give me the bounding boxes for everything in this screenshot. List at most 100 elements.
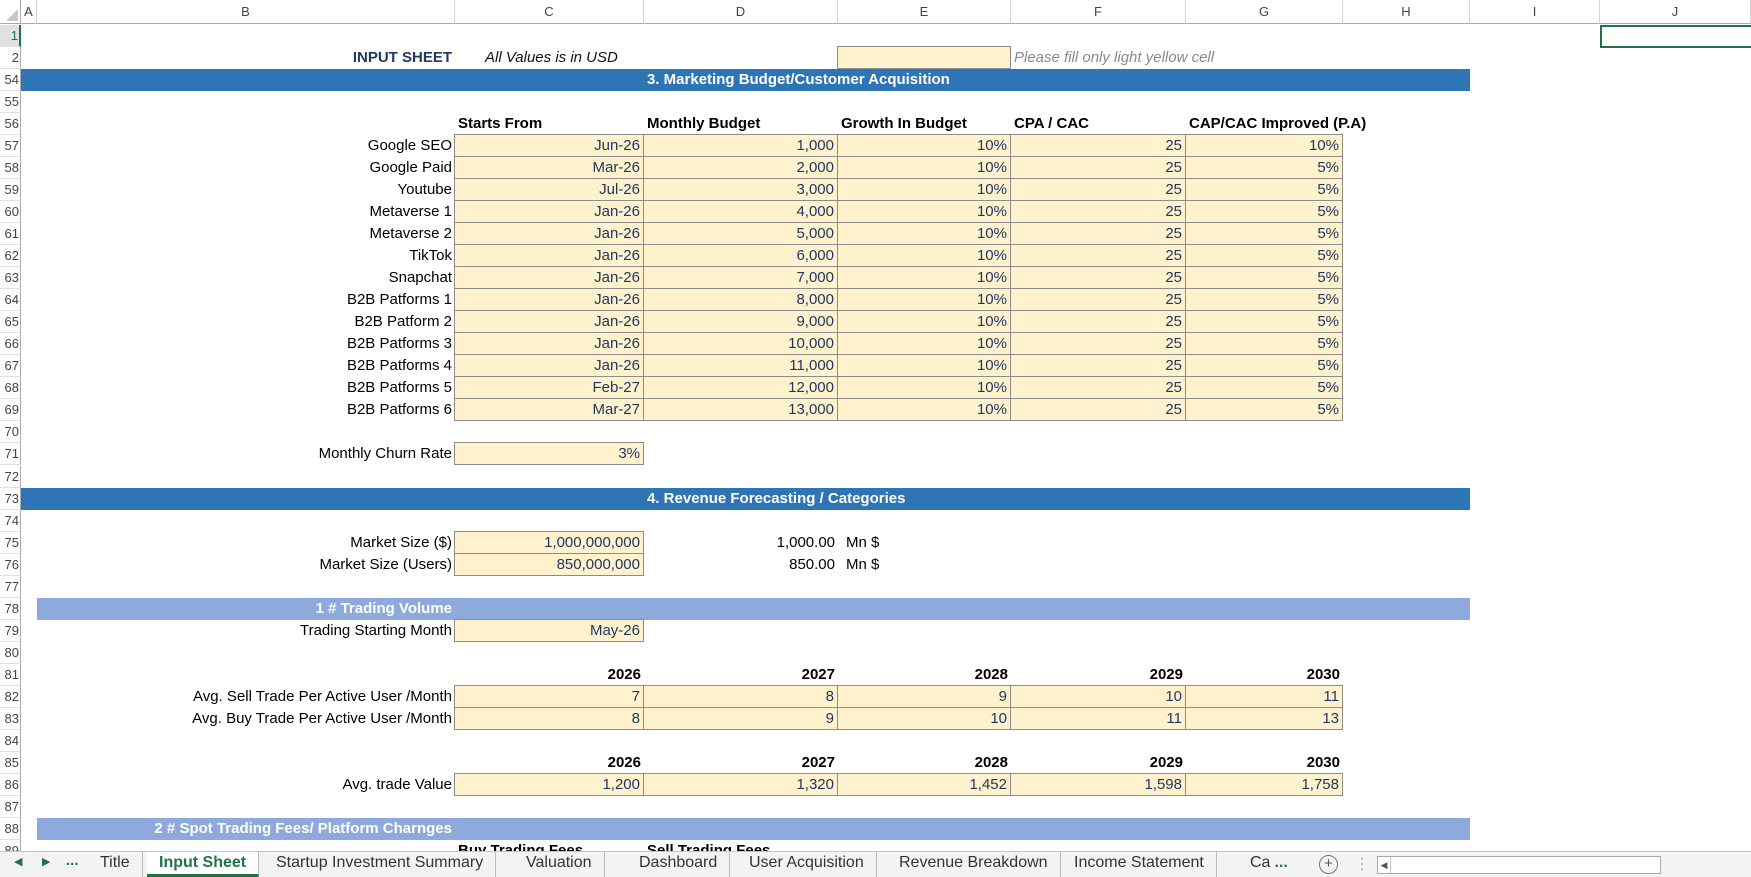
input-cell-E2[interactable] — [837, 45, 1011, 69]
input-cell-G61[interactable]: 5% — [1185, 222, 1343, 246]
row-header-64[interactable]: 64 — [0, 289, 21, 312]
column-header-H[interactable]: H — [1343, 0, 1470, 24]
input-cell-C79[interactable]: May-26 — [454, 618, 644, 642]
row-header-65[interactable]: 65 — [0, 311, 21, 334]
sheet-tab-user-acquisition[interactable]: User Acquisition — [737, 852, 877, 877]
row-header-74[interactable]: 74 — [0, 509, 21, 532]
more-tabs-button[interactable]: ... — [66, 852, 79, 869]
input-cell-C65[interactable]: Jan-26 — [454, 310, 644, 334]
input-cell-E58[interactable]: 10% — [837, 155, 1011, 179]
scroll-tabs-left-icon[interactable]: ◀ — [14, 855, 22, 868]
scroll-left-icon[interactable]: ◀ — [1378, 857, 1391, 873]
input-cell-G65[interactable]: 5% — [1185, 310, 1343, 334]
input-cell-E83[interactable]: 10 — [837, 706, 1011, 730]
row-header-78[interactable]: 78 — [0, 597, 21, 620]
input-cell-D63[interactable]: 7,000 — [643, 266, 838, 290]
row-header-68[interactable]: 68 — [0, 377, 21, 400]
input-cell-D83[interactable]: 9 — [643, 706, 838, 730]
selected-cell-J1[interactable] — [1600, 24, 1751, 48]
input-cell-G67[interactable]: 5% — [1185, 354, 1343, 378]
input-cell-C68[interactable]: Feb-27 — [454, 376, 644, 400]
input-cell-C62[interactable]: Jan-26 — [454, 244, 644, 268]
input-cell-E69[interactable]: 10% — [837, 398, 1011, 422]
input-cell-C60[interactable]: Jan-26 — [454, 200, 644, 224]
row-header-84[interactable]: 84 — [0, 729, 21, 752]
splitter-handle[interactable]: ⋮ — [1354, 854, 1370, 874]
column-header-I[interactable]: I — [1470, 0, 1600, 24]
column-header-J[interactable]: J — [1600, 0, 1751, 24]
row-header-63[interactable]: 63 — [0, 267, 21, 290]
input-cell-F57[interactable]: 25 — [1010, 133, 1186, 157]
input-cell-E65[interactable]: 10% — [837, 310, 1011, 334]
column-header-C[interactable]: C — [455, 0, 644, 24]
input-cell-G86[interactable]: 1,758 — [1185, 773, 1343, 797]
input-cell-C57[interactable]: Jun-26 — [454, 133, 644, 157]
row-header-89[interactable]: 89 — [0, 840, 21, 851]
input-cell-G57[interactable]: 10% — [1185, 133, 1343, 157]
input-cell-F58[interactable]: 25 — [1010, 155, 1186, 179]
row-header-77[interactable]: 77 — [0, 575, 21, 598]
input-cell-F65[interactable]: 25 — [1010, 310, 1186, 334]
sheet-tab-title[interactable]: Title — [88, 852, 143, 877]
row-header-86[interactable]: 86 — [0, 774, 21, 797]
input-cell-C59[interactable]: Jul-26 — [454, 177, 644, 201]
input-cell-F83[interactable]: 11 — [1010, 706, 1186, 730]
row-header-87[interactable]: 87 — [0, 796, 21, 819]
row-header-60[interactable]: 60 — [0, 201, 21, 224]
input-cell-F66[interactable]: 25 — [1010, 332, 1186, 356]
sheet-tab-dashboard[interactable]: Dashboard — [627, 852, 731, 877]
row-header-79[interactable]: 79 — [0, 619, 21, 642]
row-header-54[interactable]: 54 — [0, 68, 21, 91]
scroll-tabs-right-icon[interactable]: ▶ — [42, 855, 50, 868]
row-header-69[interactable]: 69 — [0, 399, 21, 422]
column-header-F[interactable]: F — [1011, 0, 1186, 24]
input-cell-D65[interactable]: 9,000 — [643, 310, 838, 334]
row-header-72[interactable]: 72 — [0, 465, 21, 488]
row-header-85[interactable]: 85 — [0, 752, 21, 775]
row-header-82[interactable]: 82 — [0, 685, 21, 708]
input-cell-E82[interactable]: 9 — [837, 684, 1011, 708]
row-header-1[interactable]: 1 — [0, 24, 21, 47]
input-cell-G83[interactable]: 13 — [1185, 706, 1343, 730]
input-cell-G69[interactable]: 5% — [1185, 398, 1343, 422]
input-cell-G60[interactable]: 5% — [1185, 200, 1343, 224]
input-cell-G62[interactable]: 5% — [1185, 244, 1343, 268]
row-header-67[interactable]: 67 — [0, 355, 21, 378]
input-cell-E62[interactable]: 10% — [837, 244, 1011, 268]
column-header-B[interactable]: B — [37, 0, 455, 24]
input-cell-D69[interactable]: 13,000 — [643, 398, 838, 422]
input-cell-C86[interactable]: 1,200 — [454, 773, 644, 797]
input-cell-C63[interactable]: Jan-26 — [454, 266, 644, 290]
input-cell-D86[interactable]: 1,320 — [643, 773, 838, 797]
row-header-88[interactable]: 88 — [0, 818, 21, 841]
input-cell-G66[interactable]: 5% — [1185, 332, 1343, 356]
column-header-A[interactable]: A — [21, 0, 37, 24]
input-cell-F86[interactable]: 1,598 — [1010, 773, 1186, 797]
input-cell-D58[interactable]: 2,000 — [643, 155, 838, 179]
input-cell-C82[interactable]: 7 — [454, 684, 644, 708]
input-cell-F63[interactable]: 25 — [1010, 266, 1186, 290]
input-cell-D66[interactable]: 10,000 — [643, 332, 838, 356]
input-cell-C71[interactable]: 3% — [454, 442, 644, 466]
row-header-55[interactable]: 55 — [0, 90, 21, 113]
input-cell-D61[interactable]: 5,000 — [643, 222, 838, 246]
sheet-tab-ca[interactable]: Ca... — [1238, 852, 1288, 877]
row-header-61[interactable]: 61 — [0, 223, 21, 246]
input-cell-E64[interactable]: 10% — [837, 288, 1011, 312]
sheet-tab-input-sheet[interactable]: Input Sheet — [147, 852, 260, 877]
input-cell-F82[interactable]: 10 — [1010, 684, 1186, 708]
input-cell-C76[interactable]: 850,000,000 — [454, 552, 644, 576]
input-cell-E68[interactable]: 10% — [837, 376, 1011, 400]
input-cell-G82[interactable]: 11 — [1185, 684, 1343, 708]
input-cell-E86[interactable]: 1,452 — [837, 773, 1011, 797]
column-header-D[interactable]: D — [644, 0, 838, 24]
input-cell-G64[interactable]: 5% — [1185, 288, 1343, 312]
input-cell-D57[interactable]: 1,000 — [643, 133, 838, 157]
input-cell-D59[interactable]: 3,000 — [643, 177, 838, 201]
input-cell-E61[interactable]: 10% — [837, 222, 1011, 246]
input-cell-D60[interactable]: 4,000 — [643, 200, 838, 224]
input-cell-F60[interactable]: 25 — [1010, 200, 1186, 224]
sheet-tab-startup-investment-summary[interactable]: Startup Investment Summary — [264, 852, 497, 877]
spreadsheet-grid[interactable]: A B C D E F G H I J 1 2 INPUT SHEET All Values is in … — [0, 0, 1751, 851]
input-cell-E66[interactable]: 10% — [837, 332, 1011, 356]
